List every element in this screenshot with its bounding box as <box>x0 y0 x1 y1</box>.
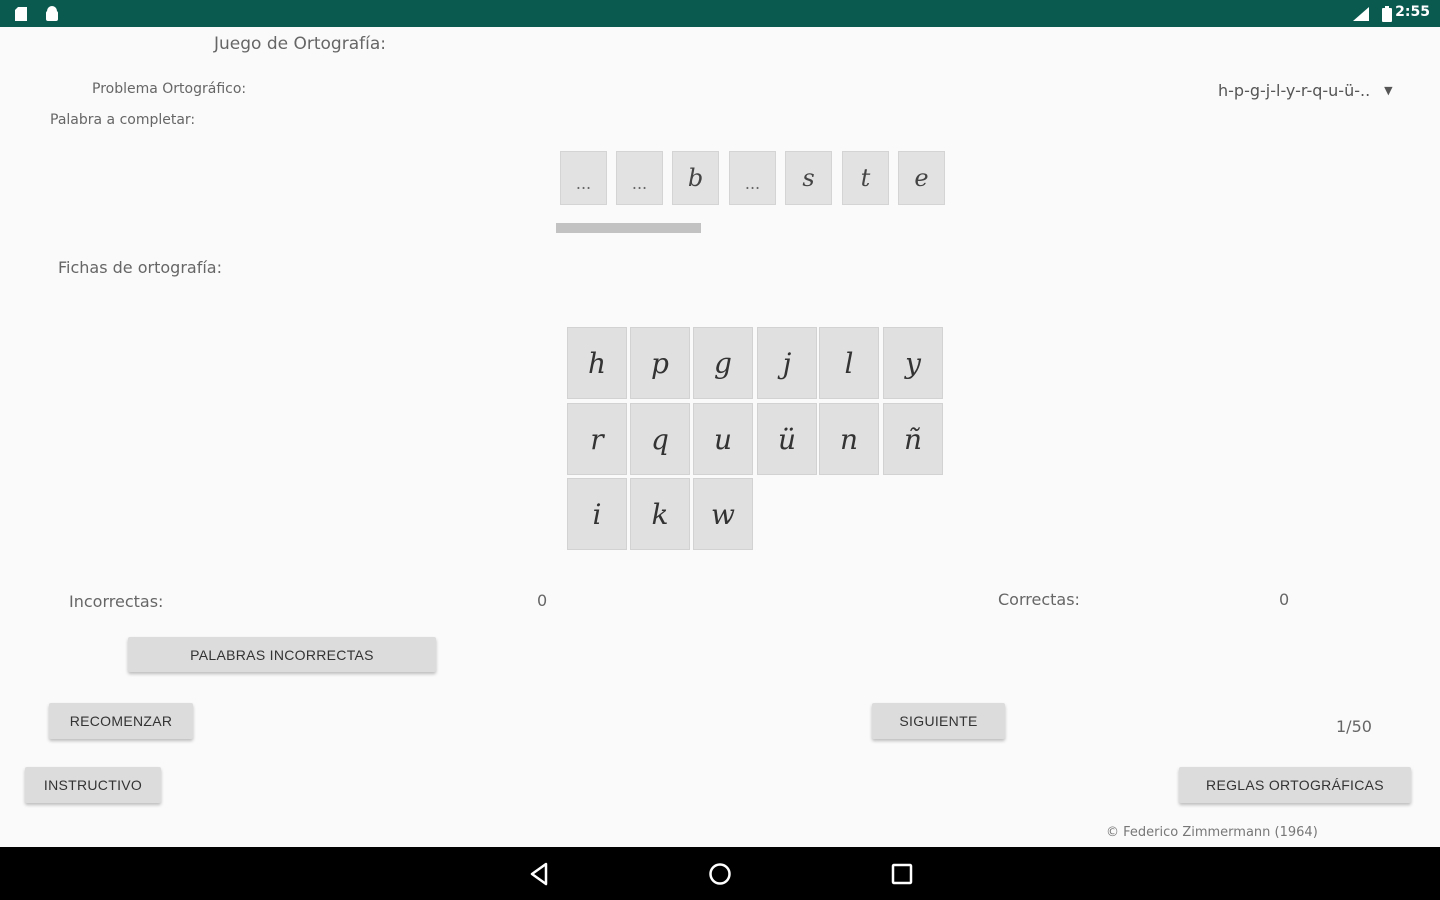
word-slot[interactable]: ... <box>729 151 776 205</box>
letter-tile[interactable]: n <box>819 403 879 475</box>
correct-count: 0 <box>1279 590 1290 609</box>
word-label: Palabra a completar: <box>50 112 196 128</box>
word-slot[interactable]: s <box>785 151 832 205</box>
word-slot[interactable]: ... <box>560 151 607 205</box>
page-title: Juego de Ortografía: <box>214 34 386 54</box>
word-slot[interactable]: ... <box>616 151 663 205</box>
rules-button[interactable]: REGLAS ORTOGRÁFICAS <box>1179 767 1411 803</box>
wrong-words-button[interactable]: PALABRAS INCORRECTAS <box>128 637 436 672</box>
status-time: 2:55 <box>1395 4 1430 20</box>
sim-card-icon <box>15 7 27 21</box>
correct-label: Correctas: <box>998 590 1080 609</box>
letter-tile[interactable]: q <box>630 403 690 475</box>
nav-back-icon[interactable] <box>526 861 552 887</box>
problem-dropdown[interactable]: h-p-g-j-l-y-r-q-u-ü-.. ▼ <box>1218 78 1408 102</box>
battery-icon <box>1382 6 1392 22</box>
letter-tile[interactable]: l <box>819 327 879 399</box>
letter-tile[interactable]: ñ <box>883 403 943 475</box>
letter-tile[interactable]: u <box>693 403 753 475</box>
tiles-label: Fichas de ortografía: <box>58 258 222 277</box>
letter-tile[interactable]: h <box>567 327 627 399</box>
letter-tile[interactable]: w <box>693 478 753 550</box>
letter-tile[interactable]: k <box>630 478 690 550</box>
copyright: © Federico Zimmermann (1964) <box>1106 825 1318 840</box>
letter-tile[interactable]: p <box>630 327 690 399</box>
progress-counter: 1/50 <box>1336 717 1372 736</box>
next-button[interactable]: SIGUIENTE <box>872 703 1005 739</box>
dropdown-caret-icon: ▼ <box>1384 83 1393 97</box>
problem-label: Problema Ortográfico: <box>92 81 247 97</box>
word-slot[interactable]: b <box>672 151 719 205</box>
nav-home-icon[interactable] <box>707 861 733 887</box>
navigation-bar <box>0 847 1440 900</box>
letter-tile[interactable]: j <box>757 327 817 399</box>
letter-tile[interactable]: ü <box>757 403 817 475</box>
letter-tile[interactable]: g <box>693 327 753 399</box>
status-bar: 2:55 <box>0 0 1440 27</box>
problem-dropdown-value: h-p-g-j-l-y-r-q-u-ü-.. <box>1218 80 1371 100</box>
letter-tile[interactable]: r <box>567 403 627 475</box>
incorrect-count: 0 <box>537 591 548 610</box>
letter-tile[interactable]: i <box>567 478 627 550</box>
word-slot[interactable]: e <box>898 151 945 205</box>
letter-tile[interactable]: y <box>883 327 943 399</box>
instructions-button[interactable]: INSTRUCTIVO <box>25 767 161 803</box>
nav-recents-icon[interactable] <box>889 861 915 887</box>
incorrect-label: Incorrectas: <box>69 592 164 611</box>
android-icon <box>46 6 58 21</box>
signal-icon <box>1353 7 1369 21</box>
restart-button[interactable]: RECOMENZAR <box>49 703 193 739</box>
slot-highlight-bar <box>556 223 701 233</box>
word-slot[interactable]: t <box>842 151 889 205</box>
